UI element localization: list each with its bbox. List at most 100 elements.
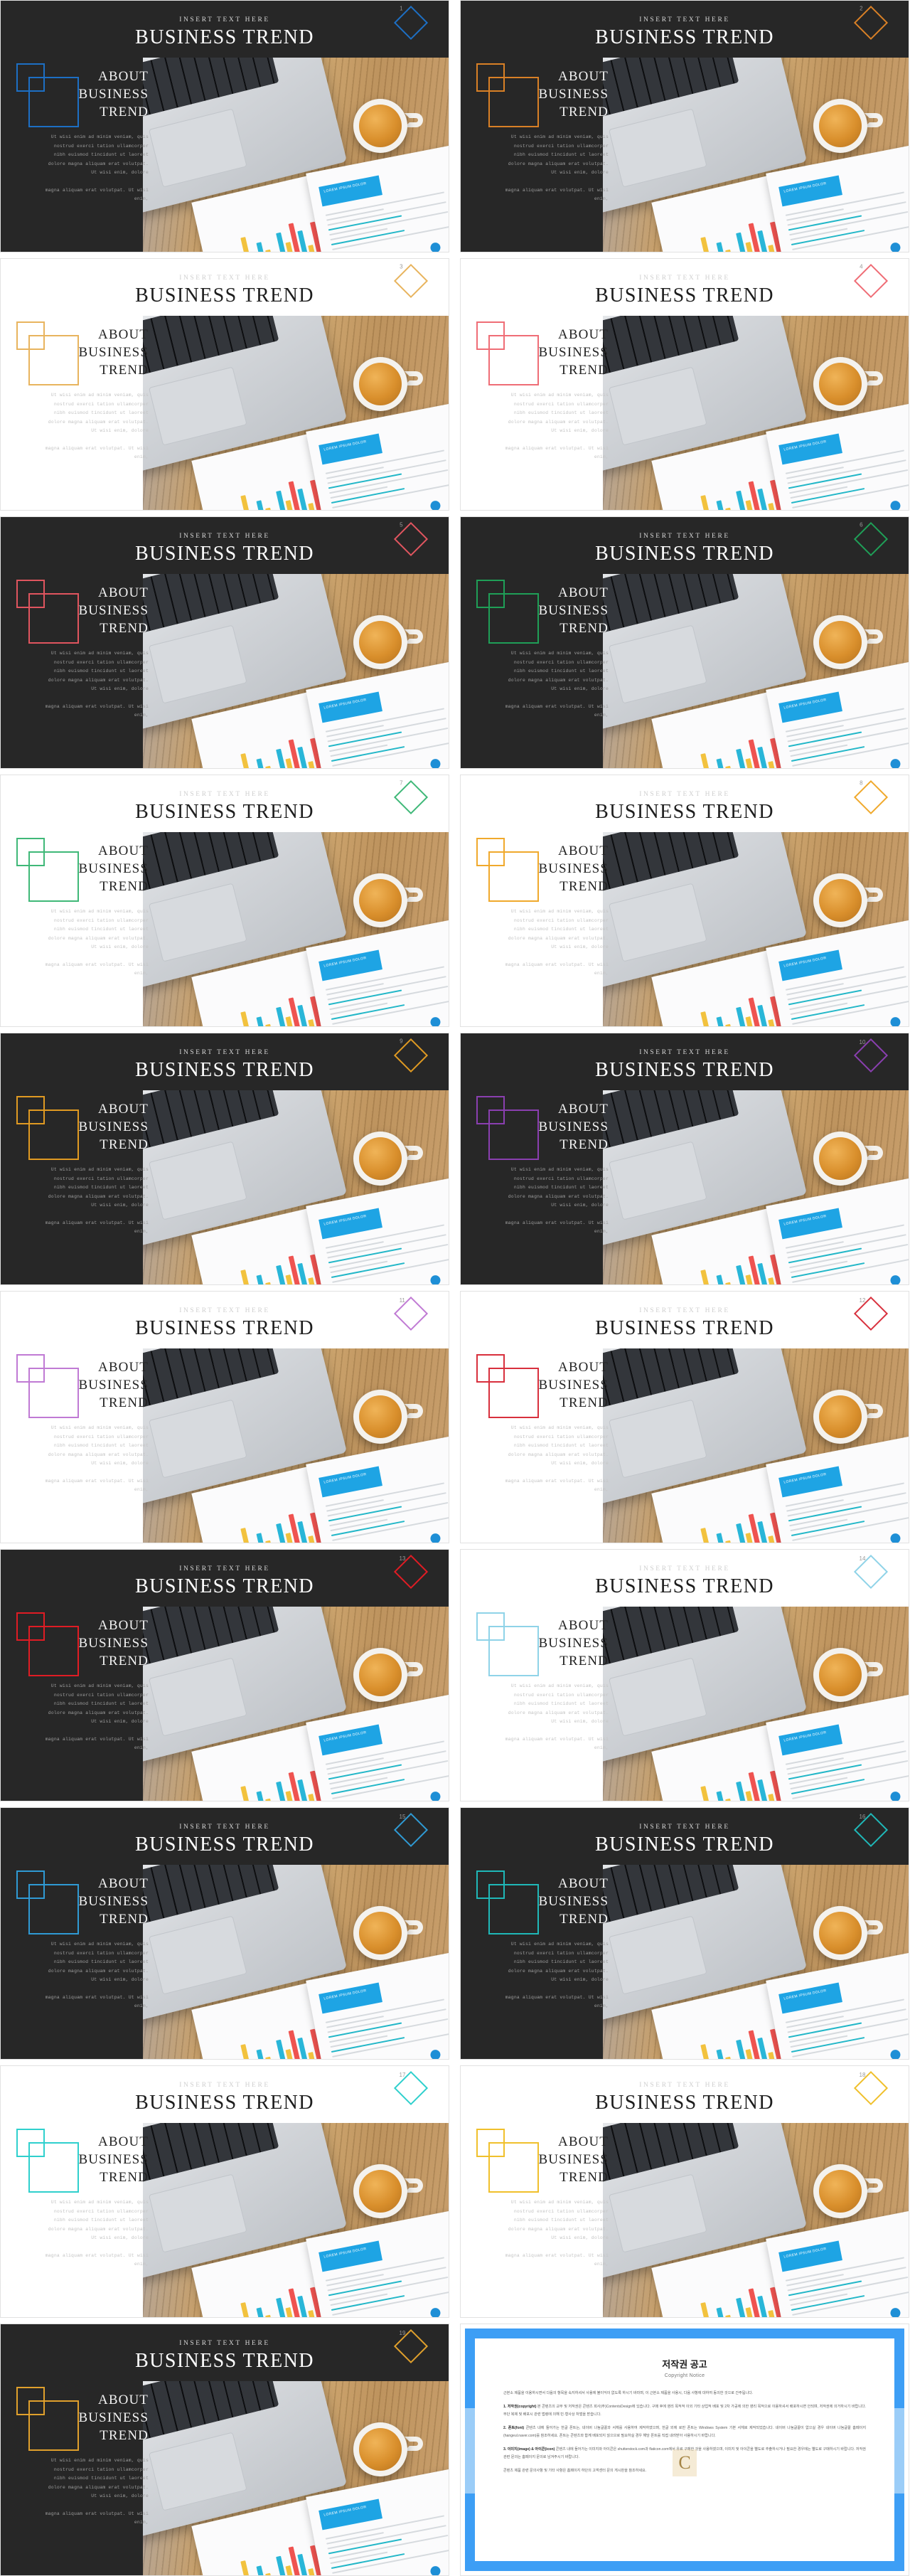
- about-title-line: BUSINESS: [78, 1894, 149, 1910]
- about-block: ABOUT BUSINESS TREND Ut wisi enim ad minim…: [502, 68, 609, 204]
- slide-number: 3: [400, 263, 403, 270]
- slide-thumbnail-19[interactable]: INSERT TEXT HERE BUSINESS TREND 19 LOREM…: [0, 2324, 449, 2576]
- slide-thumbnail-4[interactable]: INSERT TEXT HERE BUSINESS TREND 4 LOREM …: [460, 258, 909, 511]
- business-desk-photo: LOREM IPSUM DOLOR: [143, 2381, 449, 2575]
- chart-bar: [265, 2314, 276, 2317]
- slide-thumbnail-10[interactable]: INSERT TEXT HERE BUSINESS TREND 10 LOREM…: [460, 1033, 909, 1285]
- about-title-line: BUSINESS: [538, 1378, 609, 1393]
- slide-thumbnail-5[interactable]: INSERT TEXT HERE BUSINESS TREND 5 LOREM …: [0, 516, 449, 769]
- about-title: ABOUT BUSINESS TREND: [502, 1358, 609, 1412]
- laptop-trackpad: [608, 1915, 707, 1995]
- laptop-trackpad: [148, 1141, 247, 1220]
- chart-bar: [725, 249, 736, 252]
- laptop-trackpad: [148, 2432, 247, 2511]
- about-title-line: ABOUT: [558, 1360, 609, 1375]
- document-highlight-tag: LOREM IPSUM DOLOR: [318, 1982, 382, 2014]
- chart-bar: [240, 1786, 255, 1801]
- document-info-icon: [429, 1016, 441, 1026]
- about-paragraph: Ut wisi enim ad minim veniam, quis nostr…: [508, 2200, 609, 2241]
- coffee-cup-image: [813, 1906, 867, 1960]
- document-highlight-tag: LOREM IPSUM DOLOR: [318, 1466, 382, 1498]
- document-tag-label: LOREM IPSUM DOLOR: [783, 1472, 828, 1485]
- about-paragraph: Ut wisi enim ad minim veniam, quis nostr…: [48, 651, 149, 692]
- about-paragraph: Ut wisi enim ad minim veniam, quis nostr…: [508, 1683, 609, 1725]
- laptop-trackpad: [148, 366, 247, 446]
- slide-kicker: INSERT TEXT HERE: [639, 791, 730, 798]
- about-title-line: ABOUT: [558, 585, 609, 600]
- about-paragraph: Ut wisi enim ad minim veniam, quis nostr…: [508, 393, 609, 434]
- slide-thumbnail-3[interactable]: INSERT TEXT HERE BUSINESS TREND 3 LOREM …: [0, 258, 449, 511]
- about-paragraph: Ut wisi enim ad minim veniam, quis nostr…: [508, 1425, 609, 1467]
- slide-thumbnail-18[interactable]: INSERT TEXT HERE BUSINESS TREND 18 LOREM…: [460, 2065, 909, 2318]
- about-paragraph: Ut wisi enim ad minim veniam, quis nostr…: [48, 1425, 149, 1467]
- coffee-cup-image: [813, 1132, 867, 1186]
- about-block: ABOUT BUSINESS TREND Ut wisi enim ad minim…: [42, 68, 149, 204]
- about-title-line: ABOUT: [98, 2393, 149, 2407]
- slide-thumbnail-14[interactable]: INSERT TEXT HERE BUSINESS TREND 14 LOREM…: [460, 1549, 909, 1801]
- slide-thumbnail-12[interactable]: INSERT TEXT HERE BUSINESS TREND 12 LOREM…: [460, 1291, 909, 1543]
- document-tag-label: LOREM IPSUM DOLOR: [323, 956, 368, 969]
- about-paragraph: Ut wisi enim ad minim veniam, quis nostr…: [48, 1942, 149, 1983]
- copyright-notice-slide[interactable]: 저작권 공고 Copyright Notice 근본소 제품을 이용하시면서 다음의…: [460, 2324, 909, 2576]
- slide-thumbnail-9[interactable]: INSERT TEXT HERE BUSINESS TREND 9 LOREM …: [0, 1033, 449, 1285]
- about-title-line: ABOUT: [558, 1618, 609, 1633]
- about-title: ABOUT BUSINESS TREND: [42, 842, 149, 895]
- slide-number: 1: [400, 5, 403, 12]
- about-paragraph: magna aliquam erat volutpat. Ut wisi eni…: [45, 2252, 149, 2267]
- text-line: [327, 2267, 446, 2292]
- coffee-cup-image: [353, 357, 407, 411]
- business-desk-photo: LOREM IPSUM DOLOR: [603, 58, 909, 252]
- slide-headline: BUSINESS TREND: [135, 1833, 314, 1856]
- document-tag-label: LOREM IPSUM DOLOR: [783, 1730, 828, 1743]
- about-body: Ut wisi enim ad minim veniam, quis nostr…: [42, 391, 149, 462]
- slide-thumbnail-6[interactable]: INSERT TEXT HERE BUSINESS TREND 6 LOREM …: [460, 516, 909, 769]
- about-title-line: TREND: [560, 363, 609, 378]
- text-line: [787, 2008, 906, 2033]
- about-title-line: BUSINESS: [538, 603, 609, 619]
- about-title: ABOUT BUSINESS TREND: [42, 2133, 149, 2186]
- about-title-line: BUSINESS: [78, 1636, 149, 1651]
- slide-thumbnail-8[interactable]: INSERT TEXT HERE BUSINESS TREND 8 LOREM …: [460, 775, 909, 1027]
- about-title-line: ABOUT: [558, 843, 609, 858]
- slide-kicker: INSERT TEXT HERE: [639, 533, 730, 540]
- text-line: [787, 718, 906, 743]
- about-title-line: ABOUT: [98, 2134, 149, 2149]
- slide-thumbnail-17[interactable]: INSERT TEXT HERE BUSINESS TREND 17 LOREM…: [0, 2065, 449, 2318]
- slide-thumbnail-11[interactable]: INSERT TEXT HERE BUSINESS TREND 11 LOREM…: [0, 1291, 449, 1543]
- slide-headline: BUSINESS TREND: [595, 284, 774, 307]
- slide-thumbnail-1[interactable]: INSERT TEXT HERE BUSINESS TREND 1 LOREM …: [0, 0, 449, 252]
- document-info-icon: [429, 241, 441, 252]
- about-block: ABOUT BUSINESS TREND Ut wisi enim ad minim…: [42, 2391, 149, 2528]
- document-info-icon: [889, 499, 901, 510]
- chart-bar: [265, 1023, 276, 1026]
- slide-headline: BUSINESS TREND: [135, 1317, 314, 1339]
- slide-kicker: INSERT TEXT HERE: [639, 1565, 730, 1572]
- document-tag-label: LOREM IPSUM DOLOR: [323, 2505, 368, 2518]
- about-title-line: ABOUT: [558, 327, 609, 342]
- slide-headline: BUSINESS TREND: [135, 1059, 314, 1081]
- laptop-trackpad: [148, 1657, 247, 1737]
- slide-kicker: INSERT TEXT HERE: [639, 1307, 730, 1314]
- about-title-line: BUSINESS: [78, 2410, 149, 2426]
- document-highlight-tag: LOREM IPSUM DOLOR: [318, 1208, 382, 1240]
- slide-thumbnail-16[interactable]: INSERT TEXT HERE BUSINESS TREND 16 LOREM…: [460, 1807, 909, 2060]
- slide-thumbnail-13[interactable]: INSERT TEXT HERE BUSINESS TREND 13 LOREM…: [0, 1549, 449, 1801]
- about-body: Ut wisi enim ad minim veniam, quis nostr…: [42, 908, 149, 978]
- document-info-icon: [429, 2306, 441, 2317]
- laptop-trackpad: [148, 883, 247, 962]
- slide-kicker: INSERT TEXT HERE: [639, 1824, 730, 1831]
- about-title-line: BUSINESS: [78, 1378, 149, 1393]
- about-title-line: BUSINESS: [538, 2152, 609, 2168]
- about-title-line: TREND: [100, 1912, 149, 1927]
- document-tag-label: LOREM IPSUM DOLOR: [323, 1214, 368, 1227]
- business-desk-photo: LOREM IPSUM DOLOR: [143, 2123, 449, 2317]
- slide-kicker: INSERT TEXT HERE: [179, 2082, 270, 2089]
- about-title-line: BUSINESS: [538, 345, 609, 361]
- slide-thumbnail-2[interactable]: INSERT TEXT HERE BUSINESS TREND 2 LOREM …: [460, 0, 909, 252]
- slide-thumbnail-15[interactable]: INSERT TEXT HERE BUSINESS TREND 15 LOREM…: [0, 1807, 449, 2060]
- slide-thumbnail-7[interactable]: INSERT TEXT HERE BUSINESS TREND 7 LOREM …: [0, 775, 449, 1027]
- about-body: Ut wisi enim ad minim veniam, quis nostr…: [502, 391, 609, 462]
- slide-number: 5: [400, 521, 403, 528]
- document-tag-label: LOREM IPSUM DOLOR: [783, 2247, 828, 2260]
- document-info-icon: [429, 499, 441, 510]
